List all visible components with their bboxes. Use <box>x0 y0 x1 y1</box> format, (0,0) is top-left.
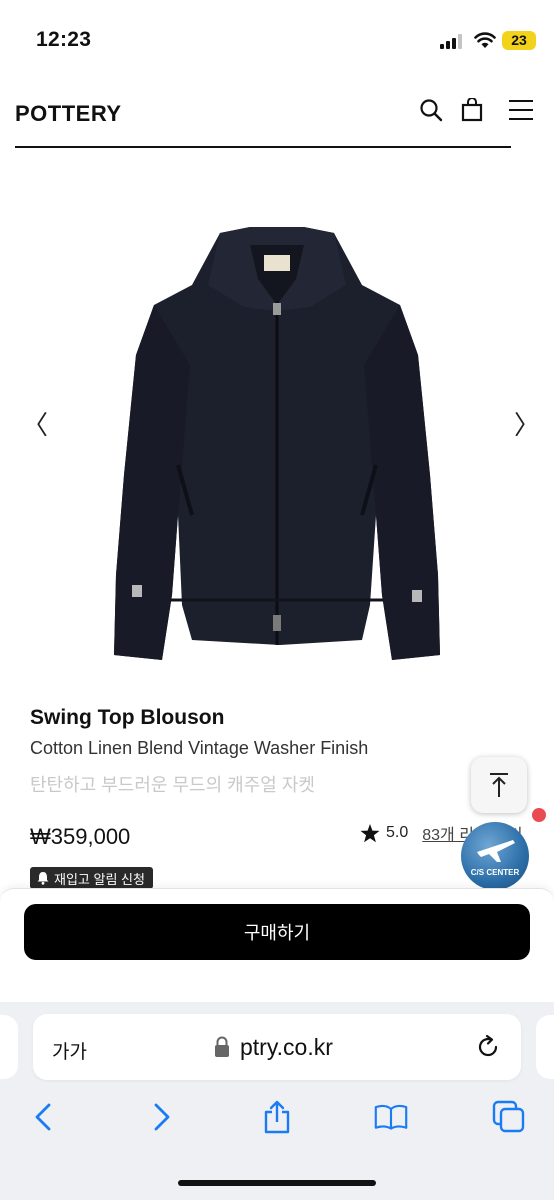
product-name: Swing Top Blouson <box>30 706 225 729</box>
product-price: ₩359,000 <box>30 824 131 849</box>
next-tab-edge[interactable] <box>536 1015 554 1079</box>
scroll-top-button[interactable] <box>471 757 527 813</box>
wifi-icon <box>474 32 496 48</box>
bell-icon <box>37 872 49 885</box>
menu-icon[interactable] <box>506 95 536 125</box>
header-divider <box>15 146 511 148</box>
cs-center-button[interactable]: C/S CENTER <box>461 822 529 890</box>
text-size-button[interactable]: 가가 <box>52 1037 87 1064</box>
back-icon[interactable] <box>26 1100 60 1134</box>
previous-tab-edge[interactable] <box>0 1015 18 1079</box>
cellular-signal-icon <box>440 34 462 49</box>
star-icon <box>360 823 380 842</box>
battery-indicator: 23 <box>502 31 536 50</box>
next-image-arrow[interactable]: 〉 <box>514 405 540 442</box>
brand-logo[interactable]: POTTERY <box>15 101 122 127</box>
status-time: 12:23 <box>36 28 92 51</box>
airplane-icon <box>477 840 515 862</box>
url-text[interactable]: ptry.co.kr <box>240 1034 333 1061</box>
reload-icon[interactable] <box>474 1033 502 1061</box>
share-icon[interactable] <box>260 1100 294 1134</box>
shopping-bag-icon[interactable] <box>457 95 487 125</box>
prev-image-arrow[interactable]: 〈 <box>22 405 48 442</box>
arrow-up-icon <box>490 773 508 797</box>
notification-dot <box>532 808 546 822</box>
buy-button[interactable]: 구매하기 <box>24 904 530 960</box>
restock-label: 재입고 알림 신청 <box>54 871 145 887</box>
rating-value: 5.0 <box>386 824 409 841</box>
restock-alert-button[interactable]: 재입고 알림 신청 <box>30 867 153 889</box>
forward-icon[interactable] <box>145 1100 179 1134</box>
product-description: 탄탄하고 부드러운 무드의 캐주얼 자켓 <box>30 775 315 795</box>
product-image <box>114 227 440 660</box>
search-icon[interactable] <box>416 95 446 125</box>
home-indicator <box>178 1180 376 1186</box>
lock-icon <box>215 1036 229 1057</box>
tabs-icon[interactable] <box>492 1100 526 1134</box>
product-subtitle: Cotton Linen Blend Vintage Washer Finish <box>30 738 369 758</box>
cs-center-label: C/S CENTER <box>470 868 520 877</box>
bookmarks-icon[interactable] <box>374 1100 408 1134</box>
